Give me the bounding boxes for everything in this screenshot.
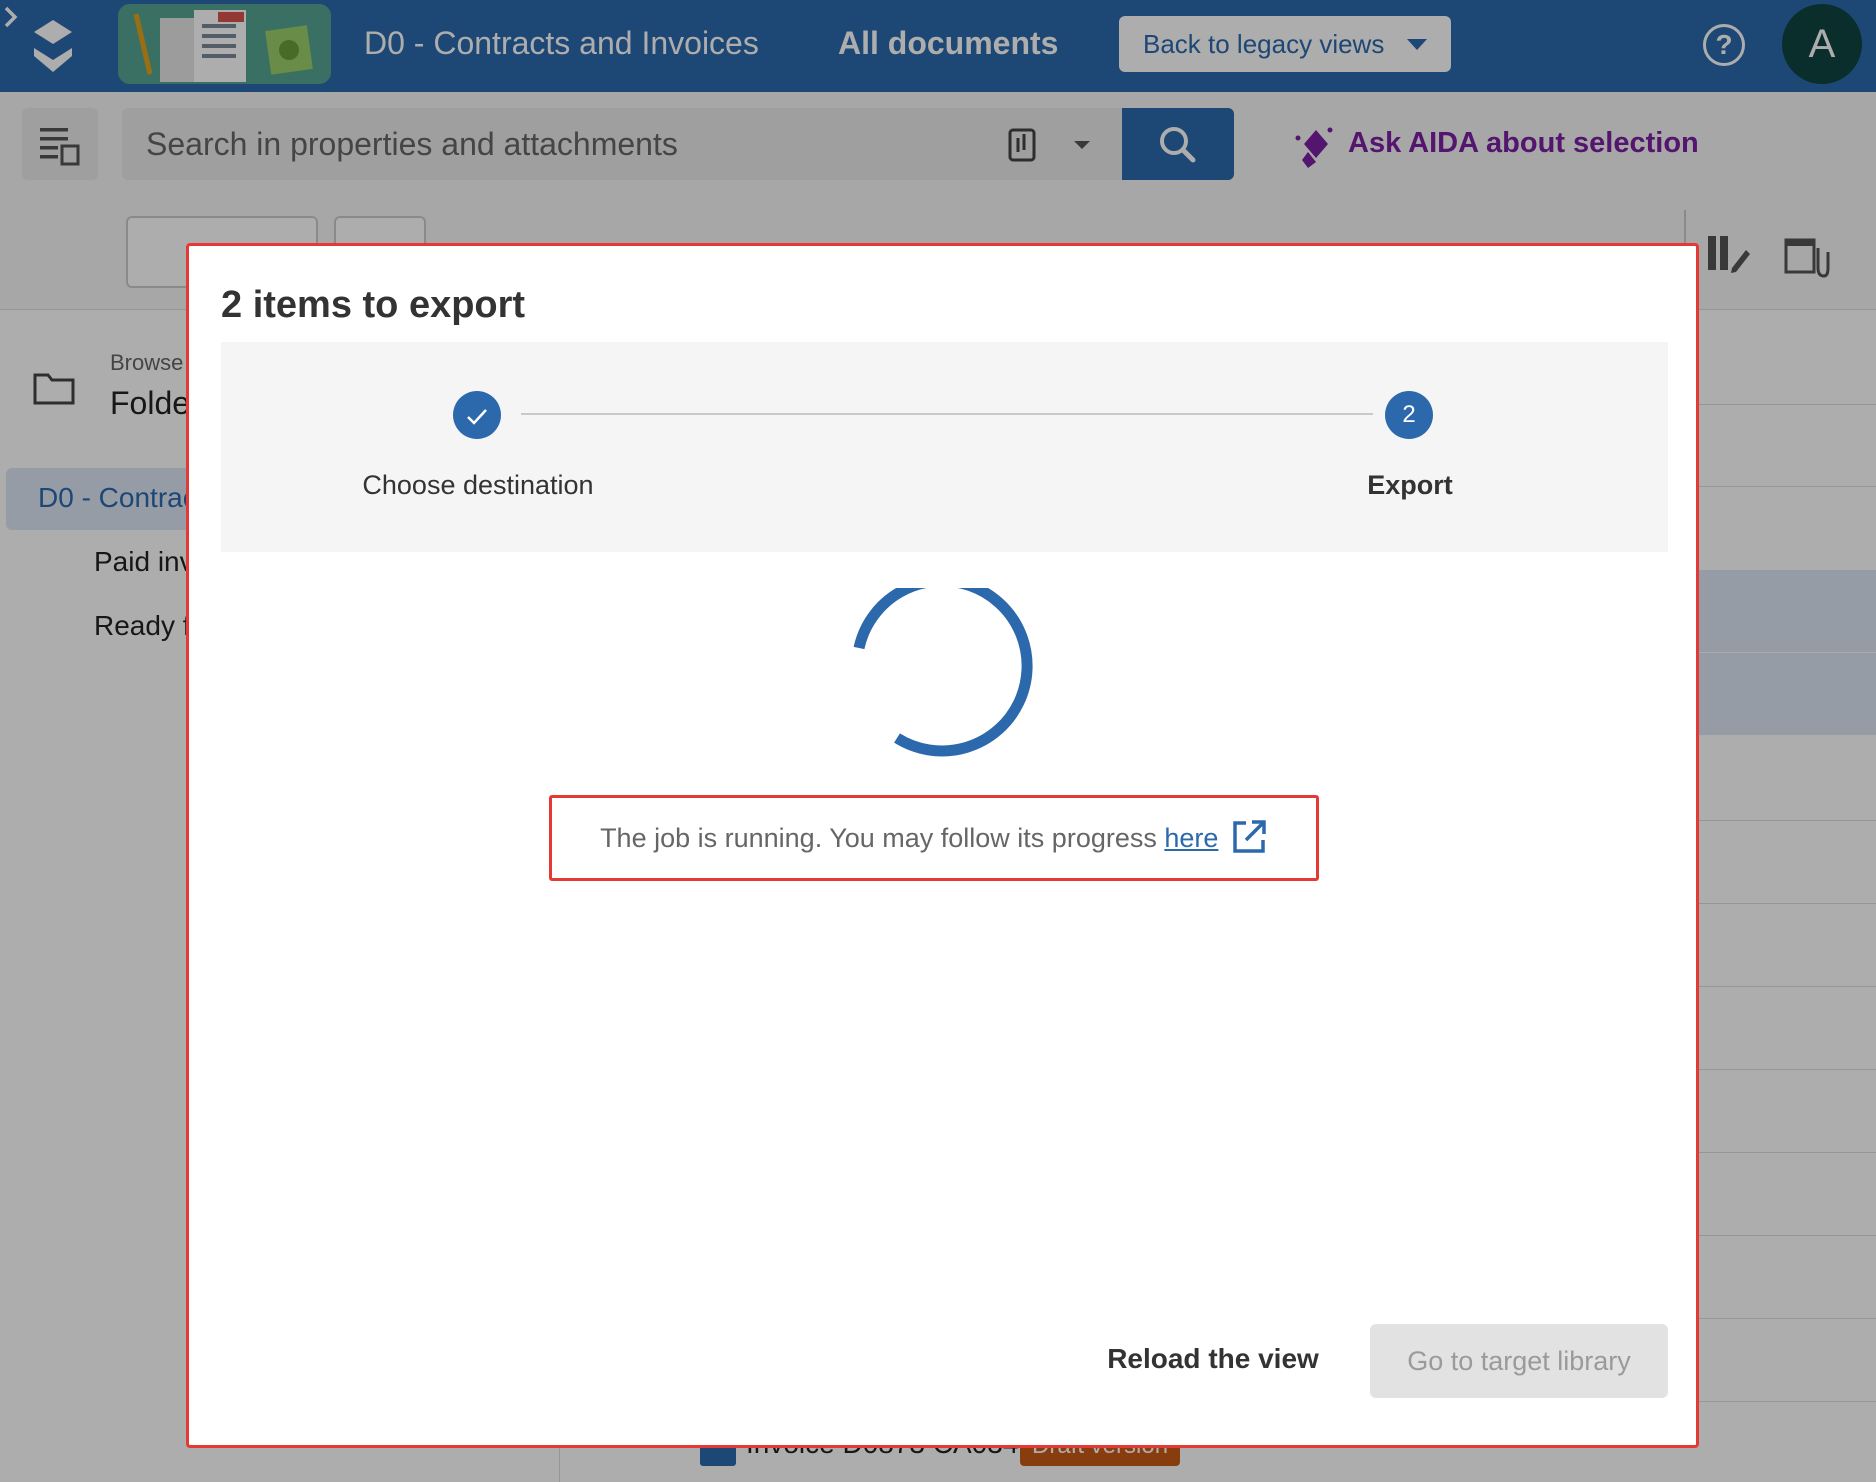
job-progress-link[interactable]: here: [1164, 823, 1218, 853]
step-1-indicator: [453, 391, 501, 439]
step-2-label: Export: [1367, 470, 1453, 500]
loading-spinner-icon: [853, 588, 1033, 757]
go-to-target-library-button[interactable]: Go to target library: [1370, 1324, 1668, 1398]
check-icon: [467, 409, 487, 425]
step-1-label: Choose destination: [362, 470, 594, 500]
job-status-text: The job is running. You may follow its p…: [600, 823, 1165, 853]
export-stepper: 2 Choose destination Export: [221, 342, 1668, 552]
reload-view-button[interactable]: Reload the view: [1103, 1324, 1323, 1394]
job-status-message: The job is running. You may follow its p…: [549, 795, 1319, 881]
step-2-indicator: 2: [1385, 391, 1433, 439]
dialog-title: 2 items to export: [221, 284, 526, 326]
external-link-icon[interactable]: [1230, 818, 1268, 856]
stepper-connector: [521, 413, 1373, 415]
export-dialog: 2 items to export 2 Choose destination E…: [186, 243, 1699, 1448]
